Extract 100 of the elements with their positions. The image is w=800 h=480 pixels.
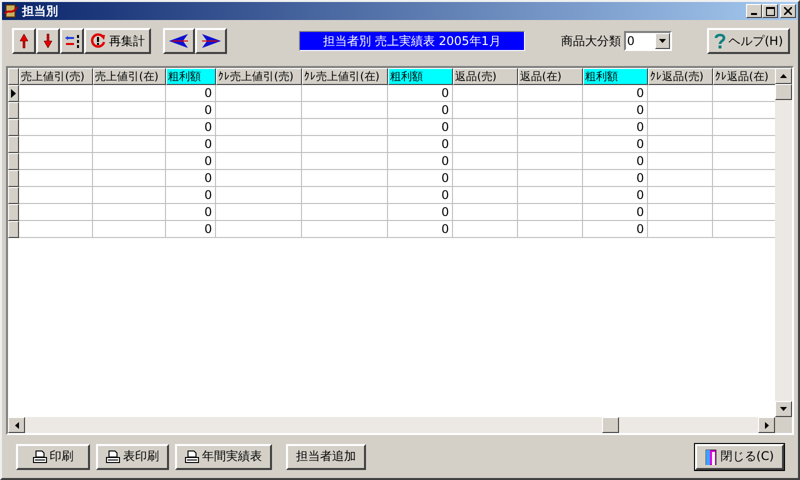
table-cell xyxy=(518,119,583,136)
current-row-icon xyxy=(11,89,16,98)
table-cell: 0 xyxy=(388,85,453,102)
right-caret-icon xyxy=(764,422,768,428)
column-header[interactable]: 粗利額 xyxy=(166,68,216,85)
horizontal-scrollbar[interactable] xyxy=(8,417,775,433)
table-cell xyxy=(518,204,583,221)
swap-button[interactable] xyxy=(60,28,84,54)
up-arrow-icon xyxy=(19,33,29,49)
action-button[interactable]: 担当者追加 xyxy=(286,444,366,470)
table-cell xyxy=(648,102,713,119)
table-cell: 0 xyxy=(583,136,648,153)
up-caret-icon xyxy=(780,74,787,78)
row-header[interactable] xyxy=(8,153,19,170)
scroll-thumb[interactable] xyxy=(775,84,792,100)
table-cell xyxy=(648,221,713,238)
table-cell: 0 xyxy=(388,221,453,238)
table-cell: 0 xyxy=(166,85,216,102)
table-cell xyxy=(648,153,713,170)
table-cell xyxy=(518,187,583,204)
dropdown-button[interactable] xyxy=(655,33,670,49)
table-cell xyxy=(518,221,583,238)
column-header[interactable]: 粗利額 xyxy=(583,68,648,85)
table-cell xyxy=(453,170,518,187)
column-header[interactable]: ｸﾚ売上値引(在) xyxy=(302,68,388,85)
table-cell: 0 xyxy=(166,187,216,204)
move-down-button[interactable] xyxy=(36,28,60,54)
table-cell xyxy=(453,187,518,204)
help-button[interactable]: ヘルプ(H) xyxy=(706,28,790,54)
row-header[interactable] xyxy=(8,170,19,187)
next-button[interactable] xyxy=(195,28,227,54)
app-icon xyxy=(4,4,18,18)
table-cell: 0 xyxy=(583,170,648,187)
action-button[interactable]: 年間実績表 xyxy=(175,444,272,470)
column-header[interactable]: 返品(在) xyxy=(518,68,583,85)
printer-icon xyxy=(185,450,199,464)
table-cell xyxy=(648,170,713,187)
maximize-icon xyxy=(766,6,774,16)
maximize-button[interactable] xyxy=(762,4,778,18)
scroll-up-button[interactable] xyxy=(775,68,792,84)
action-button[interactable]: 表印刷 xyxy=(96,444,169,470)
window-title: 担当別 xyxy=(22,2,58,20)
scroll-right-button[interactable] xyxy=(758,417,775,433)
table-cell: 0 xyxy=(583,119,648,136)
category-dropdown[interactable]: 0 xyxy=(624,31,672,51)
table-cell xyxy=(453,119,518,136)
down-caret-icon xyxy=(780,407,787,411)
action-button[interactable]: 印刷 xyxy=(16,444,90,470)
table-cell: 0 xyxy=(583,102,648,119)
move-up-button[interactable] xyxy=(12,28,36,54)
row-header[interactable] xyxy=(8,204,19,221)
table-cell xyxy=(518,136,583,153)
column-header[interactable]: ｸﾚ返品(売) xyxy=(648,68,713,85)
scroll-thumb[interactable] xyxy=(602,417,619,433)
minimize-button[interactable] xyxy=(746,4,762,18)
column-header[interactable]: 売上値引(在) xyxy=(93,68,166,85)
table-cell: 0 xyxy=(583,85,648,102)
scroll-left-button[interactable] xyxy=(8,417,25,433)
column-header[interactable]: 粗利額 xyxy=(388,68,453,85)
caret-icon xyxy=(659,39,666,43)
scrollbar-corner xyxy=(775,417,792,433)
table-cell xyxy=(453,153,518,170)
table-cell xyxy=(518,170,583,187)
table-cell xyxy=(648,136,713,153)
table-cell xyxy=(453,85,518,102)
right-arrow-icon xyxy=(200,33,222,49)
table-cell: 0 xyxy=(166,221,216,238)
table-cell: 0 xyxy=(388,170,453,187)
table-cell: 0 xyxy=(583,187,648,204)
row-header[interactable] xyxy=(8,187,19,204)
column-header[interactable]: ｸﾚ売上値引(売) xyxy=(216,68,302,85)
row-header[interactable] xyxy=(8,221,19,238)
previous-button[interactable] xyxy=(163,28,195,54)
left-caret-icon xyxy=(14,422,18,428)
table-cell xyxy=(518,153,583,170)
table-cell xyxy=(453,136,518,153)
scroll-down-button[interactable] xyxy=(775,401,792,417)
vertical-scrollbar[interactable] xyxy=(775,68,792,417)
printer-icon xyxy=(106,450,120,464)
row-header[interactable] xyxy=(8,136,19,153)
column-header[interactable]: 返品(売) xyxy=(453,68,518,85)
left-arrow-icon xyxy=(168,33,190,49)
table-cell: 0 xyxy=(166,153,216,170)
table-cell: 0 xyxy=(388,102,453,119)
table-cell xyxy=(453,221,518,238)
row-header[interactable] xyxy=(8,119,19,136)
close-window-button[interactable]: 閉じる(C) xyxy=(695,444,784,470)
door-icon xyxy=(705,448,718,464)
close-button[interactable] xyxy=(780,4,796,18)
table-cell xyxy=(648,204,713,221)
recalculate-button[interactable]: 再集計 xyxy=(84,28,151,54)
row-header[interactable] xyxy=(8,102,19,119)
row-header[interactable] xyxy=(8,85,19,102)
table-cell: 0 xyxy=(388,136,453,153)
column-header[interactable]: 売上値引(売) xyxy=(19,68,93,85)
report-title: 担当者別 売上実績表 2005年1月 xyxy=(299,31,525,51)
table-cell: 0 xyxy=(166,170,216,187)
close-icon xyxy=(784,7,792,15)
column-header[interactable]: ｸﾚ返品(在) xyxy=(713,68,775,85)
swap-icon xyxy=(64,33,80,49)
